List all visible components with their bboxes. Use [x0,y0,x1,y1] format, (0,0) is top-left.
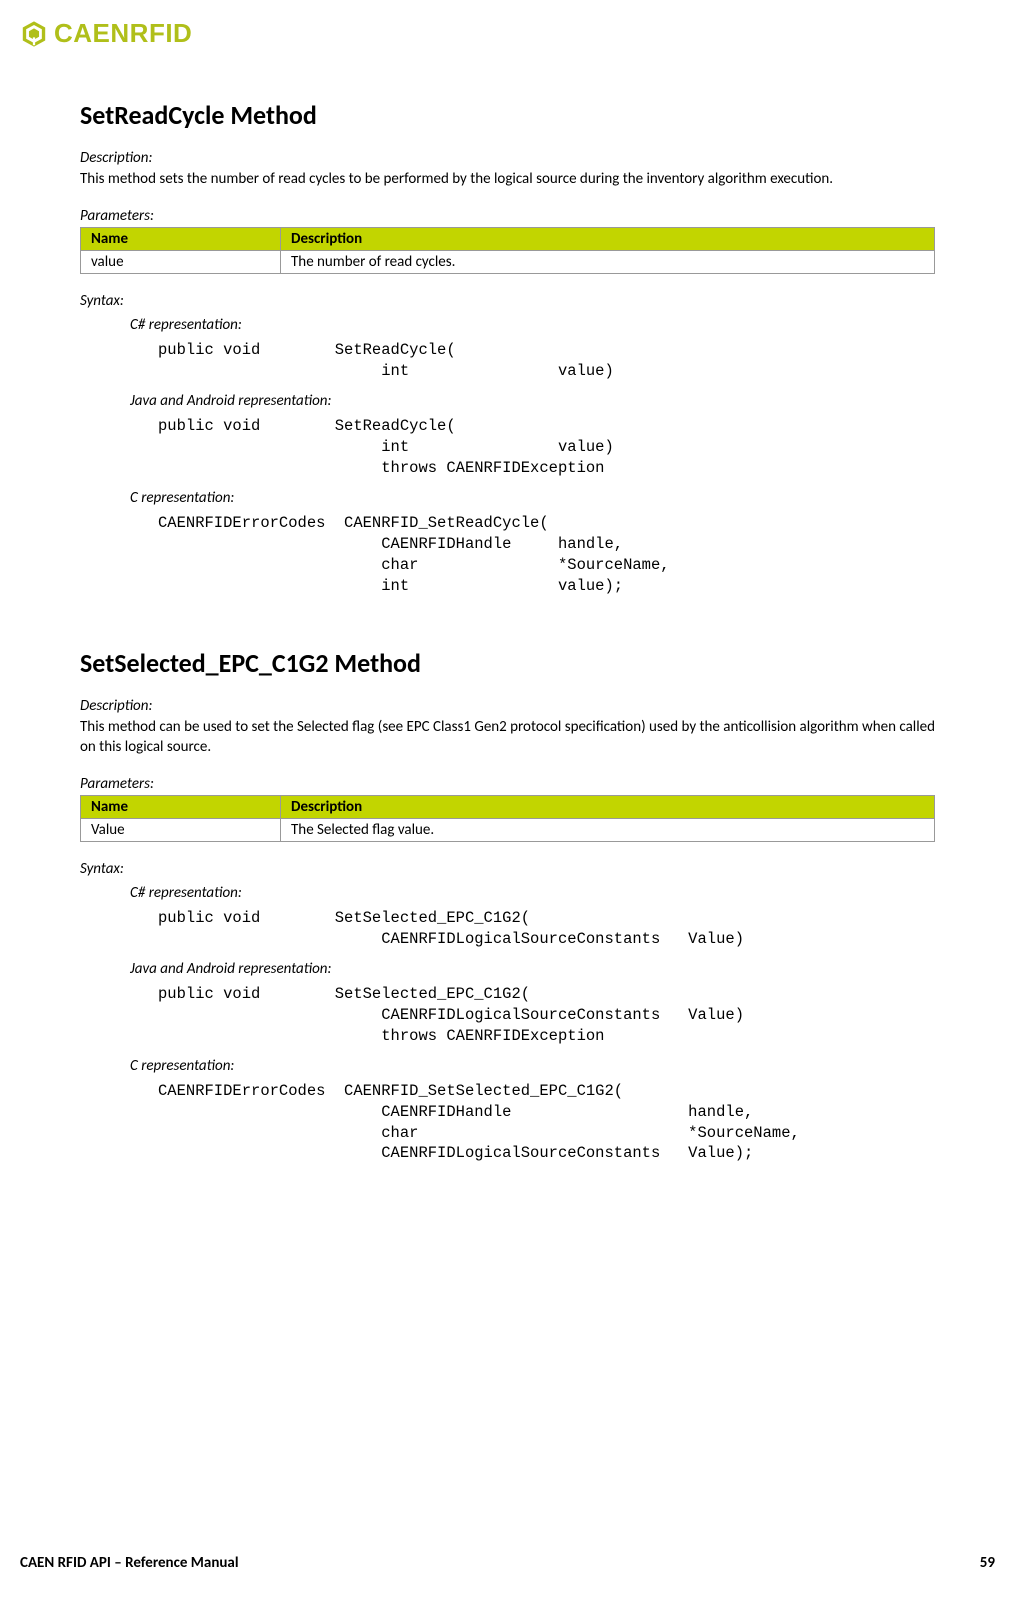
method-setselected: SetSelected_EPC_C1G2 Method Description:… [80,647,935,1165]
csharp-code: public void SetSelected_EPC_C1G2( CAENRF… [158,908,935,950]
logo: CAENRFID [20,18,995,49]
description-label: Description: [80,149,935,167]
page-number: 59 [980,1554,995,1572]
content-area: SetReadCycle Method Description: This me… [20,99,995,1554]
syntax-label: Syntax: [80,860,935,878]
logo-icon [20,20,48,48]
th-desc: Description [281,228,935,251]
java-label: Java and Android representation: [130,392,935,410]
description-label: Description: [80,697,935,715]
th-name: Name [81,228,281,251]
description-text: This method sets the number of read cycl… [80,169,935,189]
syntax-label: Syntax: [80,292,935,310]
table-row: Value The Selected flag value. [81,819,935,842]
method-setreadcycle: SetReadCycle Method Description: This me… [80,99,935,597]
table-header-row: Name Description [81,796,935,819]
th-desc: Description [281,796,935,819]
table-header-row: Name Description [81,228,935,251]
parameters-label: Parameters: [80,207,935,225]
csharp-label: C# representation: [130,884,935,902]
parameters-table: Name Description Value The Selected flag… [80,795,935,842]
method-title: SetSelected_EPC_C1G2 Method [80,647,935,679]
th-name: Name [81,796,281,819]
c-label: C representation: [130,1057,935,1075]
page-footer: CAEN RFID API – Reference Manual 59 [20,1554,995,1582]
c-code: CAENRFIDErrorCodes CAENRFID_SetReadCycle… [158,513,935,597]
description-text: This method can be used to set the Selec… [80,717,935,758]
c-block: C representation: CAENRFIDErrorCodes CAE… [130,1057,935,1165]
td-desc: The number of read cycles. [281,251,935,274]
csharp-code: public void SetReadCycle( int value) [158,340,935,382]
csharp-block: C# representation: public void SetReadCy… [130,316,935,382]
csharp-block: C# representation: public void SetSelect… [130,884,935,950]
td-name: value [81,251,281,274]
java-block: Java and Android representation: public … [130,960,935,1047]
java-block: Java and Android representation: public … [130,392,935,479]
c-code: CAENRFIDErrorCodes CAENRFID_SetSelected_… [158,1081,935,1165]
csharp-label: C# representation: [130,316,935,334]
table-row: value The number of read cycles. [81,251,935,274]
c-label: C representation: [130,489,935,507]
method-title: SetReadCycle Method [80,99,935,131]
java-label: Java and Android representation: [130,960,935,978]
parameters-label: Parameters: [80,775,935,793]
c-block: C representation: CAENRFIDErrorCodes CAE… [130,489,935,597]
footer-title: CAEN RFID API – Reference Manual [20,1554,239,1572]
logo-text: CAENRFID [54,18,192,49]
td-desc: The Selected flag value. [281,819,935,842]
java-code: public void SetSelected_EPC_C1G2( CAENRF… [158,984,935,1047]
java-code: public void SetReadCycle( int value) thr… [158,416,935,479]
parameters-table: Name Description value The number of rea… [80,227,935,274]
td-name: Value [81,819,281,842]
